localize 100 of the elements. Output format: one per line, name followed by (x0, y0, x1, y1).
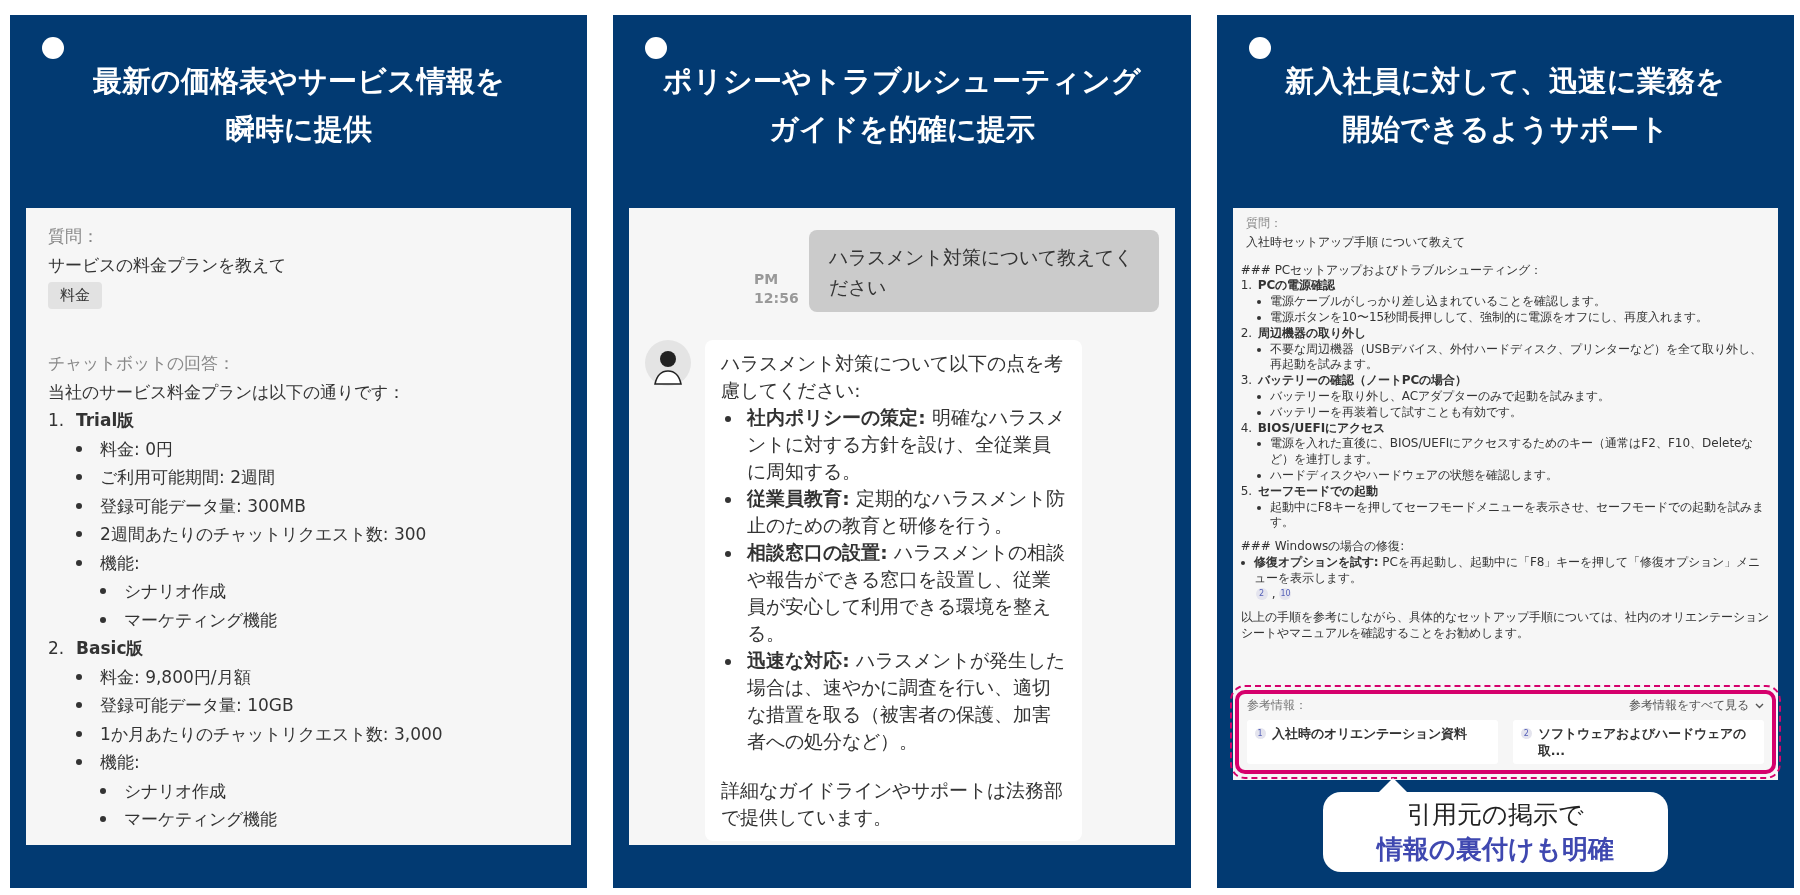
callout-text: 情報の裏付けも明確 (1376, 833, 1614, 866)
list-item: マーケティング機能 (124, 808, 277, 831)
answer-heading: ### Windowsの場合の修復: (1240, 539, 1406, 555)
step-title: セーフモードでの起動 (1257, 483, 1378, 500)
bullet-icon (76, 531, 82, 538)
bot-list-item: 従業員教育: 定期的なハラスメント防止のための教育と研修を行う。 (747, 487, 1066, 538)
user-message: ハラスメント対策について教えてください (808, 230, 1159, 312)
bot-list-item: 迅速な対応: ハラスメントが発生した場合は、速やかに調査を行い、適切な措置を取る（被害者の保護、加害者への処分など）。 (747, 649, 1066, 754)
bullet-icon (76, 702, 82, 709)
panel-title: 新入社員に対して、迅速に業務を (1285, 63, 1726, 100)
step-title: BIOS/UEFIにアクセス (1257, 420, 1386, 437)
citation-separator: , (1271, 586, 1276, 603)
list-item: 登録可能データ量: 300MB (100, 494, 306, 518)
reference-title: ソフトウェアおよびハードウェアの取... (1537, 726, 1747, 760)
bullet-icon (1256, 394, 1261, 399)
bullet-icon (76, 445, 82, 452)
list-item: ご利用可能期間: 2週間 (100, 466, 275, 489)
panel-title: 瞬時に提供 (225, 111, 372, 148)
bullet-icon (76, 759, 82, 766)
step-title: 周辺機器の取り外し (1257, 325, 1366, 342)
bullet-icon (100, 787, 106, 794)
list-item: 機能: (100, 751, 140, 774)
list-item: シナリオ作成 (124, 779, 226, 803)
dot-icon (645, 37, 668, 59)
list-item: マーケティング機能 (124, 608, 277, 632)
list-number: 2. (48, 637, 66, 660)
list-item: 修復オプションを試す: PCを再起動し、起動中に「F8」キーを押して「修復オプション」メニューを表示します。 (1253, 554, 1762, 587)
bullet-icon (725, 497, 732, 503)
bullet-icon (1240, 560, 1245, 565)
bullet-icon (725, 659, 732, 665)
bullet-icon (1256, 442, 1261, 447)
list-item: 1か月あたりのチャットリクエスト数: 3,000 (100, 722, 443, 746)
bullet-icon (76, 502, 82, 509)
dot-icon (1248, 37, 1271, 59)
list-number: 5. (1240, 483, 1254, 500)
reference-card[interactable]: 2 ソフトウェアおよびハードウェアの取... (1512, 720, 1764, 764)
bullet-icon (725, 416, 732, 422)
bullet-icon (100, 588, 106, 595)
question-text: 入社時セットアップ手順 について教えて (1245, 234, 1467, 251)
closing-text: 以上の手順を参考にしながら、具体的なセットアップ手順については、社内のオリエンテーションシートやマニュアルを確認することをお勧めします。 (1240, 610, 1770, 642)
bullet-icon (1256, 473, 1261, 478)
list-number: 1. (48, 409, 66, 432)
reference-number: 1 (1254, 728, 1266, 739)
bullet-icon (76, 730, 82, 737)
chevron-icon (1755, 703, 1764, 710)
plan-name: Trial版 (76, 409, 135, 432)
message-time: 12:56 (754, 289, 799, 308)
citation-link[interactable]: 2 (1255, 588, 1268, 601)
answer-intro: 当社のサービス料金プランは以下の通りです： (48, 380, 406, 404)
question-text: サービスの料金プランを教えて (48, 253, 287, 277)
show-all-button[interactable]: 参考情報をすべて見る (1629, 698, 1764, 714)
bot-message-text: ハラスメント対策について以下の点を考慮してください: (721, 352, 1065, 403)
list-item: 電源を入れた直後に、BIOS/UEFIにアクセスするためのキー（通常はF2、F10、Deleteなど）を連打します。 (1269, 436, 1755, 468)
bullet-icon (76, 559, 82, 566)
reference-title: 入社時のオリエンテーション資料 (1271, 726, 1467, 743)
dot-icon (42, 37, 64, 59)
bot-list-item: 相談窓口の設置: ハラスメントの相談や報告ができる窓口を設置し、従業員が安心して利用できる環境を整える。 (747, 541, 1066, 646)
panel-title: 最新の価格表やサービス情報を (92, 63, 505, 100)
bullet-icon (100, 616, 106, 623)
list-item: 2週間あたりのチャットリクエスト数: 300 (100, 523, 427, 546)
list-item: バッテリーを取り外し、ACアダプターのみで起動を試みます。 (1269, 388, 1611, 405)
bullet-icon (1256, 316, 1261, 320)
bullet-icon (76, 474, 82, 481)
list-item: 料金: 0円 (100, 437, 173, 461)
step-title: バッテリーの確認（ノートPCの場合） (1257, 373, 1468, 389)
message-time: PM (754, 270, 780, 289)
list-item: 料金: 9,800円/月額 (100, 665, 251, 689)
answer-label: チャットボットの回答： (48, 352, 236, 375)
list-item: 機能: (100, 551, 140, 575)
bot-list-item: 社内ポリシーの策定: 明確なハラスメントに対する方針を設け、全従業員に周知する。 (747, 406, 1066, 484)
bullet-icon (1256, 505, 1261, 510)
list-item: バッテリーを再装着して試すことも有効です。 (1269, 404, 1522, 421)
list-item: ハードディスクやハードウェアの状態を確認します。 (1269, 467, 1558, 484)
bot-message-text: 詳細なガイドラインやサポートは法務部で提供しています。 (721, 779, 1065, 830)
bullet-icon (1256, 347, 1261, 352)
answer-heading: ### PCセットアップおよびトラブルシューティング： (1240, 262, 1544, 279)
question-label: 質問： (48, 225, 100, 248)
references-label: 参考情報： (1246, 698, 1307, 714)
step-title: PCの電源確認 (1257, 278, 1336, 295)
plan-name: Basic版 (76, 637, 144, 660)
list-item: 電源ケーブルがしっかり差し込まれていることを確認します。 (1269, 294, 1606, 310)
tag-chip: 料金 (48, 282, 102, 309)
list-number: 4. (1240, 420, 1254, 437)
list-item: 登録可能データ量: 10GB (100, 694, 294, 717)
list-number: 2. (1240, 325, 1254, 342)
list-number: 1. (1240, 278, 1254, 295)
reference-number: 2 (1520, 728, 1532, 739)
panel-title: 開始できるようサポート (1341, 111, 1669, 148)
citation-link[interactable]: 10 (1279, 588, 1292, 601)
question-label: 質問： (1245, 216, 1283, 232)
panel-title: ポリシーやトラブルシューティング (663, 63, 1141, 100)
list-item: シナリオ作成 (124, 580, 226, 603)
list-item: 電源ボタンを10〜15秒間長押しして、強制的に電源をオフにし、再度入れます。 (1269, 310, 1709, 326)
bullet-icon (100, 816, 106, 823)
bullet-icon (1256, 410, 1261, 415)
reference-card[interactable]: 1 入社時のオリエンテーション資料 (1246, 720, 1498, 764)
list-item: 不要な周辺機器（USBデバイス、外付ハードディスク、プリンターなど）を全て取り外し、再起動を試みます。 (1269, 341, 1764, 374)
bullet-icon (725, 551, 732, 557)
callout-text: 引用元の掲示で (1405, 799, 1585, 831)
bullet-icon (76, 673, 82, 680)
